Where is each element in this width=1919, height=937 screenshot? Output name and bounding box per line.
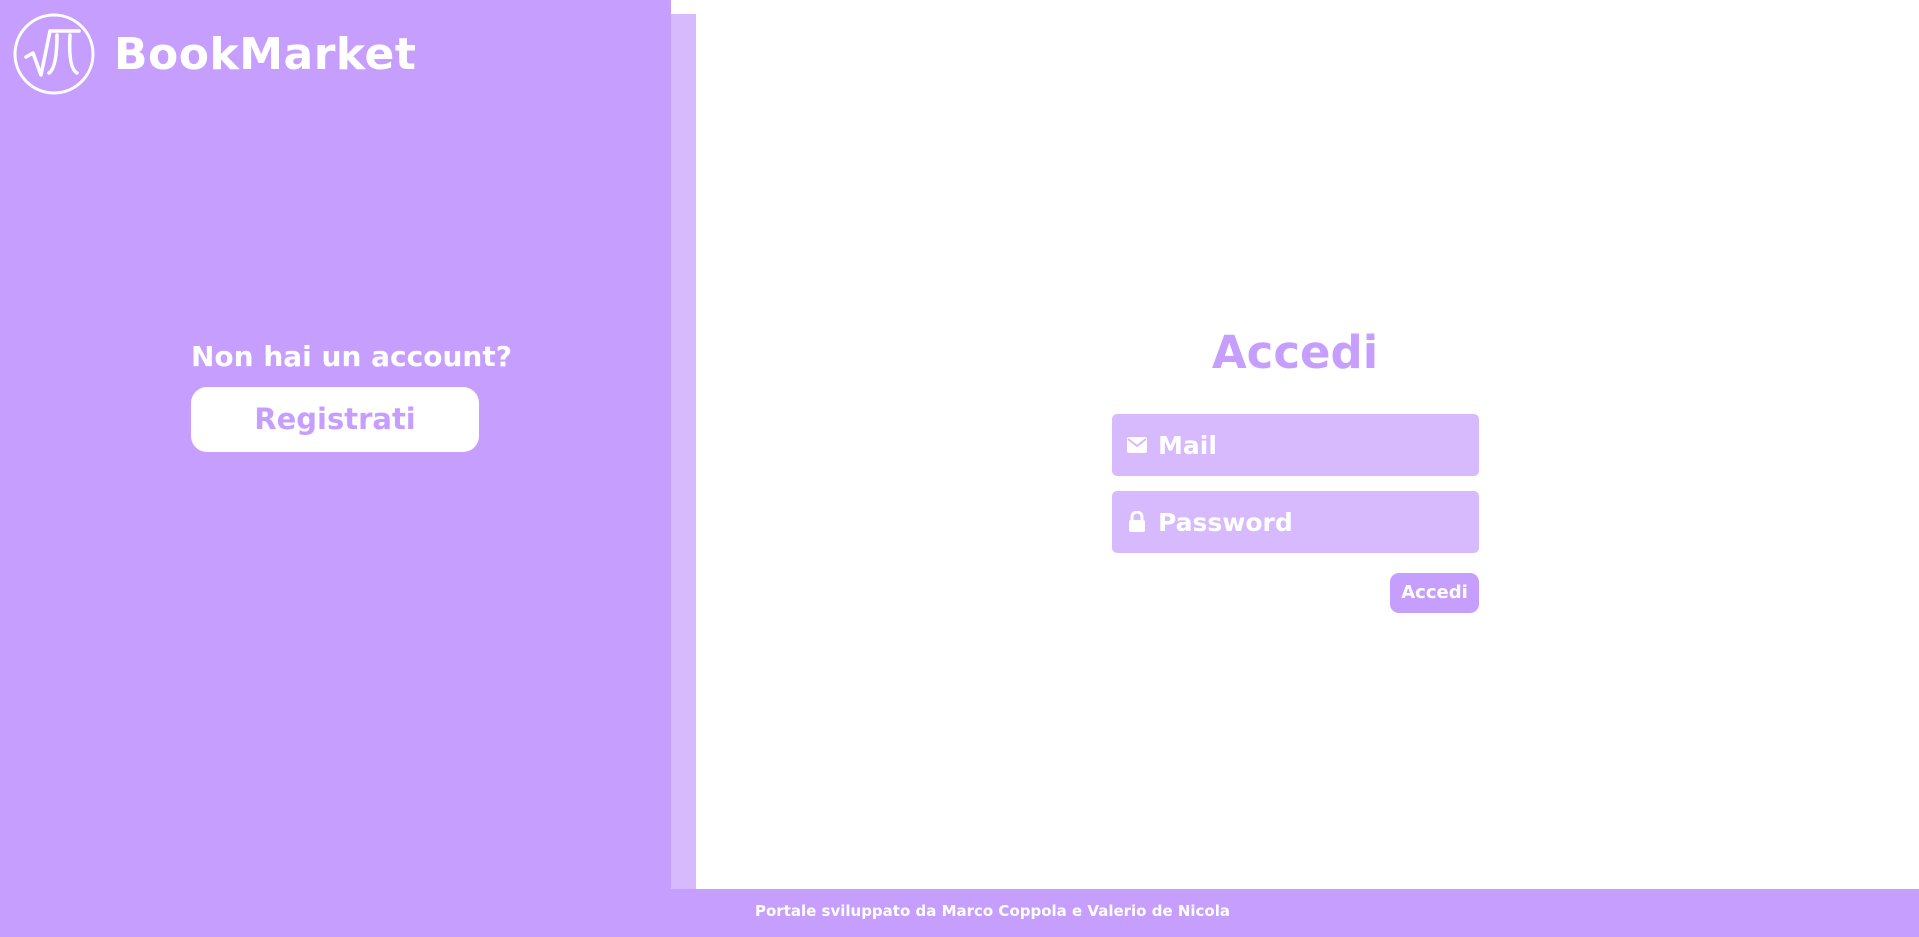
signup-block: Non hai un account? Registrati: [191, 340, 512, 452]
sqrt-pi-logo-icon: [13, 13, 95, 95]
mail-field[interactable]: [1112, 414, 1509, 476]
signup-panel: BookMarket Non hai un account? Registrat…: [0, 0, 671, 937]
login-submit-button[interactable]: Accedi: [1390, 573, 1479, 613]
brand-name: BookMarket: [114, 28, 417, 80]
envelope-icon: [1126, 434, 1148, 456]
signup-question: Non hai un account?: [191, 340, 512, 373]
footer: Portale sviluppato da Marco Coppola e Va…: [671, 889, 1919, 937]
password-input[interactable]: [1156, 491, 1509, 553]
brand: BookMarket: [13, 13, 416, 95]
lock-icon: [1126, 511, 1148, 533]
signup-button[interactable]: Registrati: [191, 387, 479, 452]
mail-input[interactable]: [1156, 414, 1509, 476]
footer-credits: Portale sviluppato da Marco Coppola e Va…: [755, 902, 1230, 920]
password-field[interactable]: [1112, 491, 1509, 553]
login-title: Accedi: [1211, 326, 1379, 379]
panel-divider: [671, 14, 696, 889]
